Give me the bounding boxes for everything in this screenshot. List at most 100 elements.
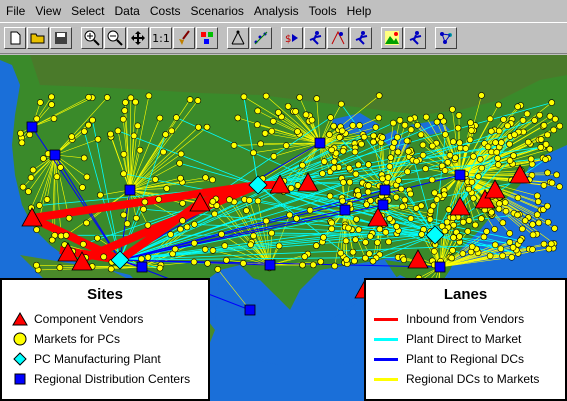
market-dot bbox=[337, 100, 345, 108]
market-dot bbox=[203, 123, 211, 131]
legend-label-markets: Markets for PCs bbox=[34, 332, 121, 346]
market-dot bbox=[500, 116, 507, 123]
market-dot bbox=[177, 150, 185, 158]
market-dot bbox=[83, 173, 91, 181]
menu-view[interactable]: View bbox=[31, 2, 67, 20]
market-dot bbox=[33, 226, 40, 233]
run-button[interactable] bbox=[404, 27, 426, 49]
legend-label-plant-dc: Plant to Regional DCs bbox=[406, 352, 525, 366]
menu-data[interactable]: Data bbox=[111, 2, 146, 20]
zoom-out-button[interactable] bbox=[104, 27, 126, 49]
network-button[interactable] bbox=[227, 27, 249, 49]
market-dot bbox=[145, 92, 153, 100]
market-dot bbox=[56, 264, 64, 271]
menu-select[interactable]: Select bbox=[67, 2, 110, 20]
market-dot bbox=[275, 242, 283, 250]
terrain-button[interactable] bbox=[381, 27, 403, 49]
market-dot bbox=[94, 135, 102, 143]
market-dot bbox=[138, 255, 145, 263]
market-dot bbox=[364, 188, 372, 196]
menu-tools[interactable]: Tools bbox=[305, 2, 343, 20]
market-dot bbox=[540, 182, 548, 189]
market-dot bbox=[120, 170, 127, 178]
menu-scenarios[interactable]: Scenarios bbox=[187, 2, 250, 20]
red-triangle-icon bbox=[12, 312, 28, 326]
legend-label-dc-market: Regional DCs to Markets bbox=[406, 372, 540, 386]
market-dot bbox=[100, 253, 107, 261]
market-dot bbox=[345, 164, 353, 172]
market-dot bbox=[80, 240, 87, 248]
market-dot bbox=[89, 116, 96, 124]
market-dot bbox=[499, 219, 507, 227]
flow-run-icon bbox=[355, 31, 368, 45]
cluster-icon bbox=[440, 32, 452, 44]
menu-file[interactable]: File bbox=[2, 2, 31, 20]
market-dot bbox=[48, 101, 55, 108]
market-dot bbox=[177, 174, 184, 182]
market-dot bbox=[488, 127, 495, 135]
market-dot bbox=[331, 262, 338, 270]
market-dot bbox=[470, 194, 477, 202]
market-dot bbox=[351, 148, 359, 156]
market-dot bbox=[382, 228, 390, 236]
market-dot bbox=[53, 173, 61, 180]
market-dot bbox=[167, 231, 174, 238]
market-dot bbox=[179, 217, 186, 224]
market-dot bbox=[450, 221, 457, 229]
cyan-diamond-icon bbox=[13, 352, 27, 366]
market-dot bbox=[326, 131, 333, 138]
color-button[interactable] bbox=[196, 27, 218, 49]
network-map[interactable]: Sites Component Vendors Markets for PCs … bbox=[0, 55, 567, 401]
market-dot bbox=[519, 116, 527, 124]
market-dot bbox=[422, 165, 429, 172]
market-dot bbox=[301, 253, 308, 260]
menu-help[interactable]: Help bbox=[343, 2, 378, 20]
broom-button[interactable] bbox=[173, 27, 195, 49]
legend-item-dc-market: Regional DCs to Markets bbox=[366, 369, 565, 389]
market-dot bbox=[390, 119, 397, 127]
save-button[interactable] bbox=[50, 27, 72, 49]
market-dot bbox=[556, 122, 564, 130]
flow-run-button[interactable] bbox=[350, 27, 372, 49]
market-dot bbox=[544, 218, 552, 226]
market-dot bbox=[326, 192, 334, 200]
pan-button[interactable] bbox=[127, 27, 149, 49]
market-dot bbox=[152, 176, 159, 183]
scatter-button[interactable] bbox=[250, 27, 272, 49]
market-dot bbox=[270, 117, 277, 125]
market-dot bbox=[468, 127, 475, 134]
market-dot bbox=[494, 155, 501, 162]
open-folder-button[interactable] bbox=[27, 27, 49, 49]
market-dot bbox=[504, 122, 511, 130]
market-dot bbox=[476, 155, 484, 163]
solver-button[interactable]: $ bbox=[281, 27, 303, 49]
scatter-icon bbox=[254, 31, 268, 45]
market-dot bbox=[176, 159, 183, 167]
market-dot bbox=[499, 252, 506, 260]
market-dot bbox=[313, 242, 320, 249]
broom-icon bbox=[179, 30, 190, 45]
market-dot bbox=[306, 206, 314, 214]
menu-analysis[interactable]: Analysis bbox=[250, 2, 305, 20]
market-dot bbox=[433, 196, 441, 203]
market-dot bbox=[478, 92, 485, 99]
market-dot bbox=[85, 121, 92, 129]
route-run-button[interactable] bbox=[327, 27, 349, 49]
dc-square bbox=[339, 204, 351, 216]
menu-costs[interactable]: Costs bbox=[146, 2, 187, 20]
cluster-button[interactable] bbox=[435, 27, 457, 49]
market-dot bbox=[363, 201, 370, 208]
market-dot bbox=[337, 249, 344, 257]
legend-item-vendors: Component Vendors bbox=[2, 309, 208, 329]
market-dot bbox=[292, 108, 299, 115]
cost-run-button[interactable] bbox=[304, 27, 326, 49]
market-dot bbox=[339, 147, 347, 155]
yellow-circle-icon bbox=[13, 332, 27, 346]
zoom-1to1-button[interactable]: 1:1 bbox=[150, 27, 172, 49]
market-dot bbox=[209, 198, 217, 205]
dc-square bbox=[377, 199, 389, 211]
market-dot bbox=[553, 171, 560, 179]
zoom-in-button[interactable] bbox=[81, 27, 103, 49]
new-file-button[interactable] bbox=[4, 27, 26, 49]
market-dot bbox=[250, 232, 257, 240]
